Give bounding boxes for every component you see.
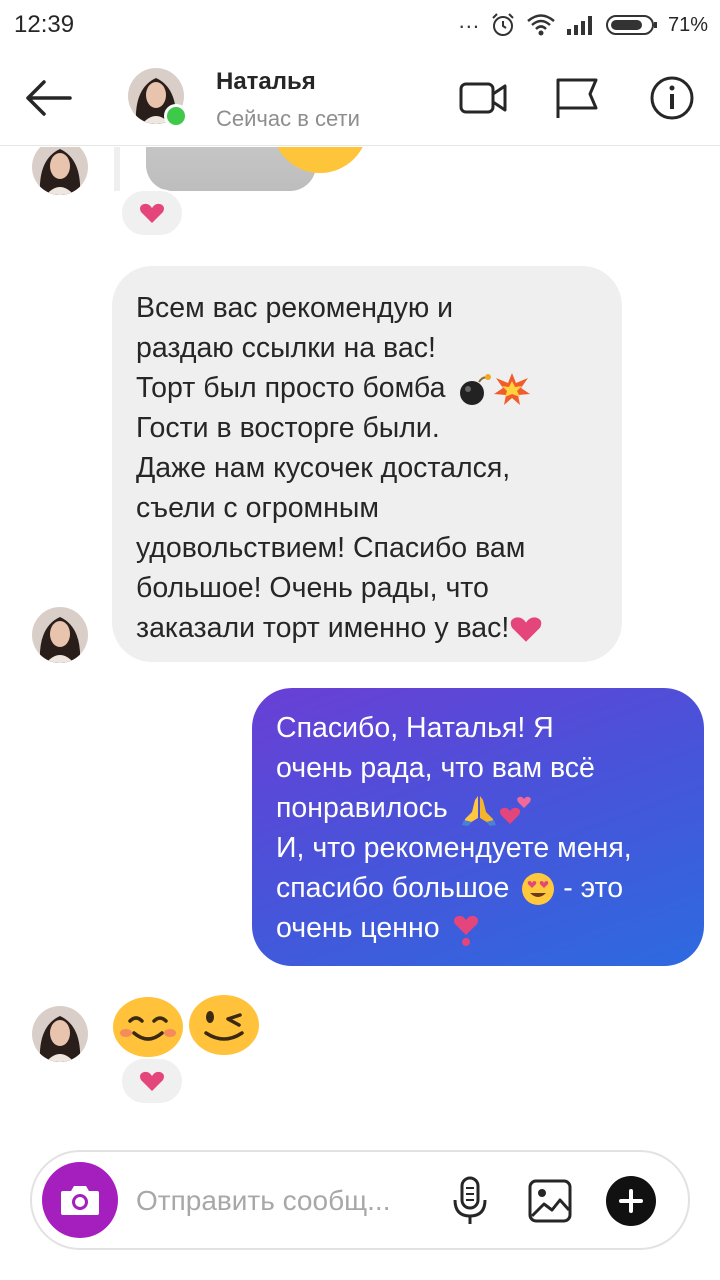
contact-avatar-small[interactable]	[32, 147, 88, 195]
message-line: Даже нам кусочек достался,	[136, 452, 511, 484]
message-line-with-emoji: спасибо большое - это	[276, 868, 680, 908]
folded-hands-emoji-icon	[461, 796, 496, 827]
message-line: Спасибо, Наталья! Я	[276, 712, 554, 744]
two-hearts-emoji-icon	[499, 797, 531, 825]
bomb-emoji-icon	[460, 374, 492, 406]
message-line-with-emoji: очень ценно	[276, 908, 680, 948]
flag-icon[interactable]	[552, 74, 602, 122]
incoming-message-bubble[interactable]: Всем вас рекомендую и раздаю ссылки на в…	[112, 266, 622, 662]
message-line: большое! Очень рады, что	[136, 572, 489, 604]
heart-icon	[140, 1071, 164, 1091]
heart-emoji-icon	[511, 617, 542, 643]
message-line-with-emoji: Торт был просто бомба	[136, 368, 598, 408]
info-icon[interactable]	[648, 74, 698, 122]
message-line: раздаю ссылки на вас!	[136, 332, 436, 364]
video-camera-icon[interactable]	[458, 74, 508, 122]
avatar-photo	[32, 607, 88, 663]
message-line: удовольствием! Спасибо вам	[136, 532, 526, 564]
avatar-photo	[32, 147, 88, 195]
chat-header: Наталья Сейчас в сети	[0, 50, 720, 146]
message-line: - это	[563, 872, 624, 904]
message-list[interactable]: Всем вас рекомендую и раздаю ссылки на в…	[0, 147, 720, 1137]
message-line: Торт был просто бомба	[136, 372, 446, 404]
battery-percent: 71%	[667, 13, 708, 36]
arrow-left-icon[interactable]	[20, 74, 76, 122]
message-line: Гости в восторге были.	[136, 412, 440, 444]
camera-button[interactable]	[42, 1162, 118, 1238]
message-line: И, что рекомендуете меня,	[276, 832, 632, 864]
contact-avatar-small[interactable]	[32, 607, 88, 663]
smiling-face-emoji-icon	[113, 995, 259, 1057]
message-composer	[30, 1150, 690, 1250]
message-line: очень рада, что вам всё	[276, 752, 595, 784]
heart-eyes-emoji-icon	[522, 873, 555, 906]
message-line: спасибо большое	[276, 872, 510, 904]
heart-exclamation-emoji-icon	[453, 916, 478, 947]
avatar-photo	[32, 1006, 88, 1062]
image-icon[interactable]	[526, 1176, 574, 1226]
online-indicator	[164, 104, 188, 128]
outgoing-message-bubble[interactable]: Спасибо, Наталья! Я очень рада, что вам …	[252, 688, 704, 966]
message-line: понравилось	[276, 792, 448, 824]
message-line: съели с огромным	[136, 492, 379, 524]
wifi-icon	[527, 14, 555, 36]
reaction-heart[interactable]	[120, 1057, 184, 1105]
reaction-heart[interactable]	[120, 189, 184, 237]
message-line: Всем вас рекомендую и	[136, 292, 454, 324]
message-line: очень ценно	[276, 912, 440, 944]
signal-icon	[566, 16, 592, 35]
alarm-icon	[492, 13, 514, 36]
more-notifications-icon: ...	[458, 8, 480, 33]
emoji-message[interactable]	[112, 995, 262, 1059]
contact-status: Сейчас в сети	[216, 106, 360, 131]
message-line: заказали торт именно у вас!	[136, 612, 510, 644]
camera-icon	[61, 1186, 99, 1215]
contact-name[interactable]: Наталья	[216, 68, 316, 96]
status-time: 12:39	[14, 11, 75, 38]
message-line-with-emoji: понравилось	[276, 788, 680, 828]
more-options-button[interactable]	[606, 1176, 656, 1226]
thread-line	[114, 147, 120, 191]
contact-avatar-small[interactable]	[32, 1006, 88, 1062]
plus-icon	[619, 1189, 643, 1213]
heart-icon	[140, 203, 164, 223]
message-input[interactable]	[136, 1176, 436, 1226]
message-line-with-emoji: заказали торт именно у вас!	[136, 608, 598, 648]
status-icons: ... 71%	[459, 8, 708, 42]
battery-icon	[605, 15, 657, 35]
status-bar: 12:39 ... 71%	[0, 0, 720, 50]
microphone-icon[interactable]	[446, 1176, 494, 1226]
collision-emoji-icon	[494, 373, 531, 406]
